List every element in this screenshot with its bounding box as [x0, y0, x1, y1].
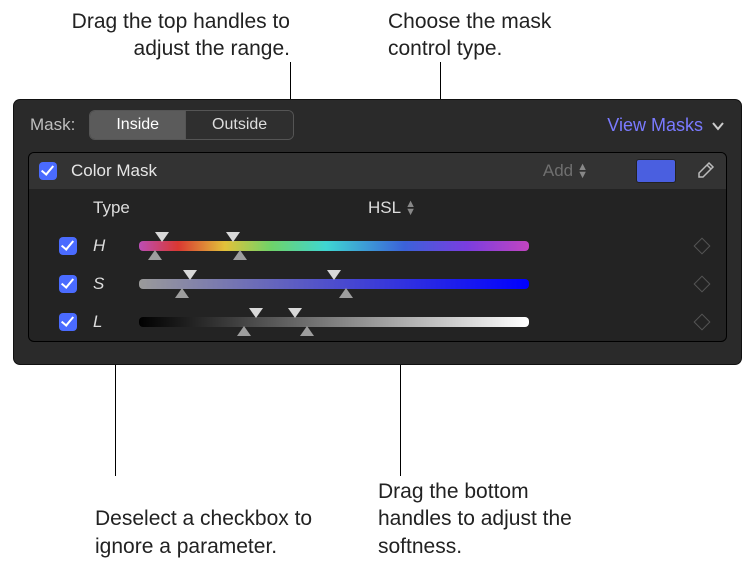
color-mask-checkbox[interactable] [39, 162, 57, 180]
h-softness-handle-start[interactable] [148, 250, 162, 260]
s-keyframe-diamond[interactable] [694, 276, 711, 293]
h-label: H [93, 236, 117, 256]
callout-top-left: Drag the top handles to adjust the range… [70, 8, 290, 63]
add-label: Add [543, 161, 573, 181]
mask-inside-button[interactable]: Inside [90, 111, 185, 139]
s-range-handle-end[interactable] [327, 270, 341, 280]
l-checkbox[interactable] [59, 313, 77, 331]
l-range-handle-start[interactable] [249, 308, 263, 318]
param-row-l: L [29, 303, 726, 341]
mask-outside-button[interactable]: Outside [185, 111, 293, 139]
l-range-handle-end[interactable] [288, 308, 302, 318]
chevron-down-icon [711, 115, 725, 136]
param-row-h: H [29, 227, 726, 265]
type-label: Type [89, 198, 153, 218]
callout-top-right: Choose the mask control type. [388, 8, 608, 63]
mask-mode-segmented[interactable]: Inside Outside [89, 110, 294, 140]
h-range-handle-end[interactable] [226, 232, 240, 242]
s-label: S [93, 274, 117, 294]
l-softness-handle-end[interactable] [300, 326, 314, 336]
add-mask-dropdown[interactable]: Add ▲▼ [543, 161, 588, 181]
callout-bottom-left: Deselect a checkbox to ignore a paramete… [95, 505, 315, 560]
type-value-text: HSL [368, 198, 401, 218]
type-dropdown[interactable]: HSL ▲▼ [368, 198, 416, 218]
l-keyframe-diamond[interactable] [694, 314, 711, 331]
type-row: Type HSL ▲▼ [29, 189, 726, 227]
view-masks-label: View Masks [607, 115, 703, 136]
h-range-handle-start[interactable] [155, 232, 169, 242]
callout-bottom-right: Drag the bottom handles to adjust the so… [378, 478, 578, 560]
h-slider[interactable] [139, 241, 529, 251]
stepper-icon: ▲▼ [405, 200, 416, 216]
view-masks-dropdown[interactable]: View Masks [607, 115, 725, 136]
l-softness-handle-start[interactable] [237, 326, 251, 336]
color-mask-group: Color Mask Add ▲▼ Type HSL ▲▼ [28, 152, 727, 342]
h-checkbox[interactable] [59, 237, 77, 255]
color-mask-title: Color Mask [71, 161, 157, 181]
s-softness-handle-start[interactable] [175, 288, 189, 298]
color-mask-header: Color Mask Add ▲▼ [29, 153, 726, 189]
stepper-icon: ▲▼ [577, 163, 588, 179]
l-label: L [93, 312, 117, 332]
h-softness-handle-end[interactable] [233, 250, 247, 260]
mask-label: Mask: [30, 115, 75, 135]
panel-header: Mask: Inside Outside View Masks [14, 100, 741, 150]
color-swatch[interactable] [636, 159, 676, 183]
s-softness-handle-end[interactable] [339, 288, 353, 298]
param-row-s: S [29, 265, 726, 303]
h-keyframe-diamond[interactable] [694, 238, 711, 255]
s-range-handle-start[interactable] [183, 270, 197, 280]
s-checkbox[interactable] [59, 275, 77, 293]
color-mask-panel: Mask: Inside Outside View Masks Color Ma… [14, 100, 741, 364]
l-slider[interactable] [139, 317, 529, 327]
s-slider[interactable] [139, 279, 529, 289]
eyedropper-icon[interactable] [694, 160, 716, 182]
